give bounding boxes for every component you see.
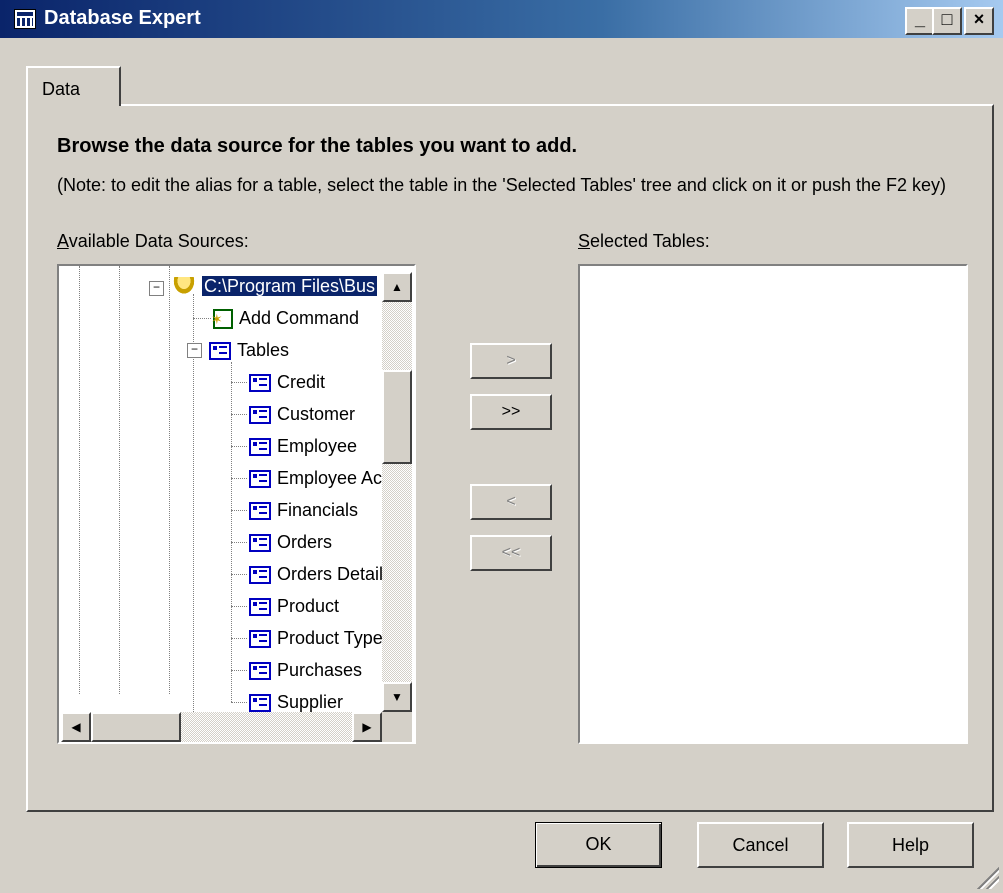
table-icon bbox=[249, 406, 271, 425]
table-name: Product Type bbox=[277, 628, 383, 648]
tree-node-table[interactable]: Orders bbox=[249, 528, 332, 556]
table-icon bbox=[249, 630, 271, 649]
scroll-left-arrow-icon[interactable]: ◀ bbox=[61, 712, 91, 742]
instruction-heading: Browse the data source for the tables yo… bbox=[57, 135, 578, 157]
tree-node-table[interactable]: Employee Ac bbox=[249, 464, 382, 492]
tree-node-table[interactable]: Purchases bbox=[249, 656, 362, 684]
tree-node-table[interactable]: Orders Detail bbox=[249, 560, 383, 588]
resize-grip-icon[interactable] bbox=[977, 867, 999, 889]
cancel-button[interactable]: Cancel bbox=[697, 822, 824, 868]
title-bar[interactable]: Database Expert _ □ × bbox=[0, 0, 1003, 38]
tree-node-table[interactable]: Product bbox=[249, 592, 339, 620]
collapse-connection-toggle[interactable]: − bbox=[149, 281, 164, 296]
scroll-down-arrow-icon[interactable]: ▼ bbox=[382, 682, 412, 712]
remove-table-button[interactable]: < bbox=[470, 484, 552, 520]
maximize-button[interactable]: □ bbox=[932, 7, 962, 35]
window-title: Database Expert bbox=[44, 7, 201, 29]
selected-tables-label: Selected Tables: bbox=[578, 231, 710, 251]
tree-node-table[interactable]: Financials bbox=[249, 496, 358, 524]
scroll-right-arrow-icon[interactable]: ▶ bbox=[352, 712, 382, 742]
tree-node-table[interactable]: Customer bbox=[249, 400, 355, 428]
scroll-up-arrow-icon[interactable]: ▲ bbox=[382, 272, 412, 302]
scrollbar-corner bbox=[382, 712, 412, 742]
app-window-icon bbox=[14, 9, 36, 29]
tree-node-tables[interactable]: Tables bbox=[209, 336, 289, 364]
table-name: Orders Detail bbox=[277, 564, 384, 584]
table-name: Product bbox=[277, 596, 340, 616]
tree-node-table[interactable]: Credit bbox=[249, 368, 325, 396]
instruction-note: (Note: to edit the alias for a table, se… bbox=[57, 175, 947, 195]
table-name: Supplier bbox=[277, 692, 344, 712]
vertical-scrollbar[interactable] bbox=[382, 272, 412, 712]
table-name: Credit bbox=[277, 372, 326, 392]
vertical-scroll-thumb[interactable] bbox=[382, 370, 412, 464]
collapse-tables-toggle[interactable]: − bbox=[187, 343, 202, 358]
tree-node-add-command[interactable]: ✶ Add Command bbox=[211, 304, 359, 332]
tree-node-table[interactable]: Product Type bbox=[249, 624, 383, 652]
table-name: Employee Ac bbox=[277, 468, 383, 488]
table-icon bbox=[249, 566, 271, 585]
tree-node-table[interactable]: Employee bbox=[249, 432, 357, 460]
ok-button[interactable]: OK bbox=[535, 822, 662, 868]
remove-all-tables-button[interactable]: << bbox=[470, 535, 552, 571]
table-icon bbox=[249, 694, 271, 713]
table-icon bbox=[249, 662, 271, 681]
tables-folder-icon bbox=[209, 342, 231, 361]
help-button[interactable]: Help bbox=[847, 822, 974, 868]
available-sources-label: Available Data Sources: bbox=[57, 231, 249, 251]
table-name: Purchases bbox=[277, 660, 363, 680]
close-button[interactable]: × bbox=[964, 7, 994, 35]
selected-tables-tree[interactable] bbox=[578, 264, 968, 744]
available-data-sources-tree[interactable]: − C:\Program Files\Bus ✶ Add Command − Ta… bbox=[57, 264, 416, 744]
add-table-button[interactable]: > bbox=[470, 343, 552, 379]
minimize-button[interactable]: _ bbox=[905, 7, 935, 35]
table-icon bbox=[249, 534, 271, 553]
database-icon bbox=[171, 277, 197, 298]
add-all-tables-button[interactable]: >> bbox=[470, 394, 552, 430]
tab-data-label: Data bbox=[42, 79, 81, 99]
tab-data[interactable]: Data bbox=[26, 66, 121, 106]
table-name: Financials bbox=[277, 500, 359, 520]
horizontal-scroll-thumb[interactable] bbox=[91, 712, 181, 742]
table-icon bbox=[249, 438, 271, 457]
table-icon bbox=[249, 470, 271, 489]
command-icon: ✶ bbox=[211, 309, 233, 330]
table-icon bbox=[249, 374, 271, 393]
table-name: Orders bbox=[277, 532, 333, 552]
tree-node-connection[interactable]: C:\Program Files\Bus bbox=[171, 272, 378, 300]
table-icon bbox=[249, 502, 271, 521]
table-name: Customer bbox=[277, 404, 356, 424]
table-name: Employee bbox=[277, 436, 358, 456]
table-icon bbox=[249, 598, 271, 617]
